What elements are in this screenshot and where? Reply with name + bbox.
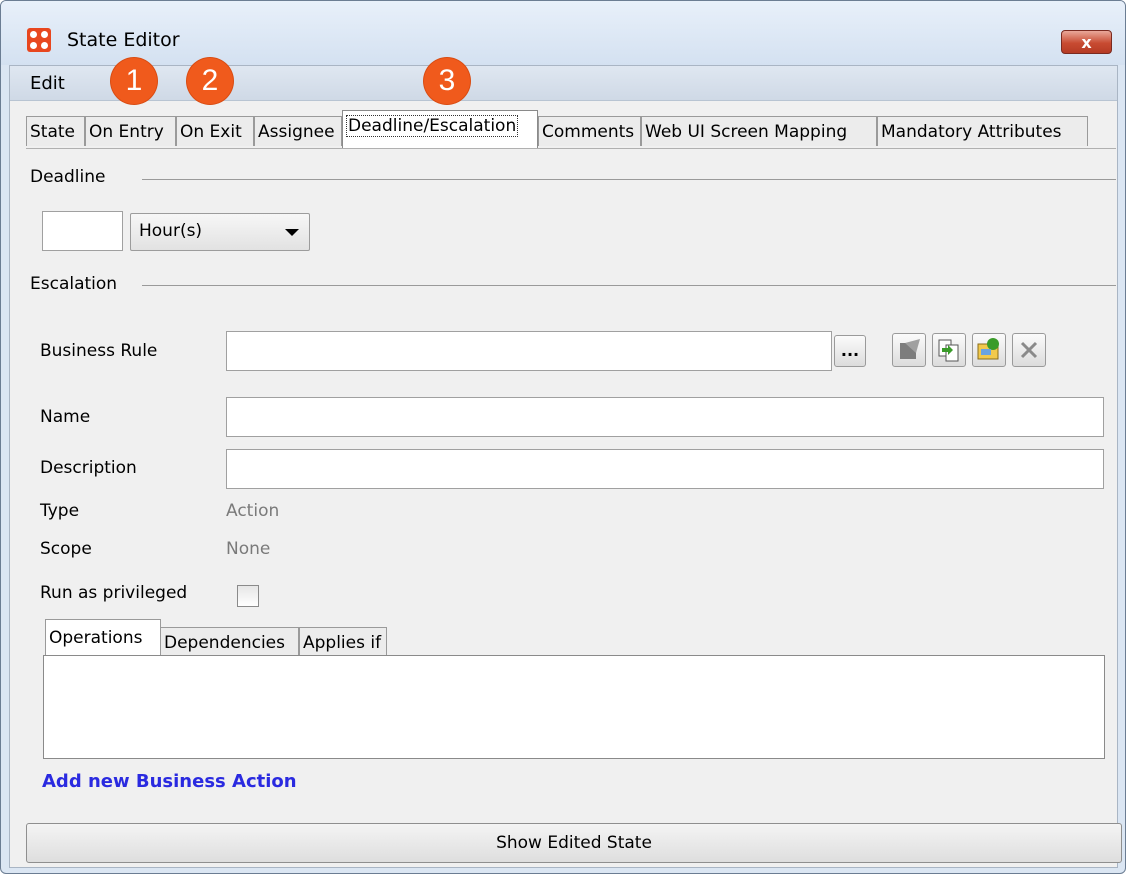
business-rule-input[interactable]	[226, 331, 832, 371]
deadline-section-label: Deadline	[30, 167, 106, 187]
callout-2: 2	[187, 58, 233, 104]
state-editor-window: State Editor x Edit State On Entry On Ex…	[0, 0, 1126, 874]
tab-on-entry[interactable]: On Entry	[85, 116, 176, 146]
tab-deadline-escalation[interactable]: Deadline/Escalation	[342, 110, 538, 148]
deadline-unit-select[interactable]: Hour(s)	[130, 213, 310, 251]
close-button[interactable]: x	[1061, 30, 1112, 54]
tab-comments[interactable]: Comments	[538, 116, 641, 146]
window-title: State Editor	[67, 29, 180, 51]
deadline-escalation-panel: Deadline Hour(s) Escalation Business Rul…	[26, 148, 1116, 861]
escalation-section-label: Escalation	[30, 274, 118, 294]
subtab-applies-if[interactable]: Applies if	[299, 627, 387, 657]
close-icon	[1020, 341, 1038, 359]
name-input[interactable]	[226, 397, 1104, 437]
browse-button[interactable]: ...	[834, 335, 866, 367]
escalation-divider	[142, 285, 1116, 286]
name-label: Name	[40, 407, 91, 427]
scope-value: None	[226, 539, 271, 559]
add-business-action-link[interactable]: Add new Business Action	[42, 771, 297, 792]
title-bar[interactable]: State Editor x	[1, 1, 1125, 65]
menu-bar: Edit	[10, 66, 1117, 101]
subtab-dependencies[interactable]: Dependencies	[160, 627, 299, 657]
business-rule-label: Business Rule	[40, 341, 158, 361]
tab-assignee[interactable]: Assignee	[254, 116, 342, 146]
show-edited-state-button[interactable]: Show Edited State	[26, 823, 1122, 863]
new-rule-icon	[977, 338, 999, 360]
type-label: Type	[40, 501, 80, 521]
type-value: Action	[226, 501, 280, 521]
delete-rule-button[interactable]	[1012, 333, 1046, 367]
edit-rule-icon	[900, 339, 920, 359]
tab-on-exit[interactable]: On Exit	[176, 116, 254, 146]
tab-state[interactable]: State	[26, 116, 85, 146]
callout-1: 1	[111, 58, 157, 104]
new-rule-button[interactable]	[972, 333, 1006, 367]
app-icon	[27, 28, 51, 52]
copy-document-icon	[938, 339, 959, 362]
operations-list[interactable]	[43, 655, 1105, 759]
copy-rule-button[interactable]	[932, 333, 966, 367]
description-label: Description	[40, 458, 137, 478]
close-icon: x	[1081, 33, 1092, 52]
editor-client-area: Edit State On Entry On Exit Assignee Dea…	[9, 65, 1122, 868]
scope-label: Scope	[40, 539, 92, 559]
tab-web-ui-screen-mapping[interactable]: Web UI Screen Mapping	[641, 116, 877, 146]
tab-mandatory-attributes[interactable]: Mandatory Attributes	[877, 116, 1088, 146]
edit-rule-button[interactable]	[892, 333, 926, 367]
callout-3: 3	[424, 58, 470, 104]
deadline-divider	[142, 179, 1116, 180]
deadline-value-input[interactable]	[42, 211, 123, 251]
chevron-down-icon	[285, 229, 299, 236]
run-as-privileged-label: Run as privileged	[40, 583, 188, 603]
subtab-operations[interactable]: Operations	[45, 619, 161, 657]
description-input[interactable]	[226, 449, 1104, 489]
run-as-privileged-checkbox[interactable]	[237, 585, 259, 607]
menu-edit[interactable]: Edit	[30, 73, 65, 94]
